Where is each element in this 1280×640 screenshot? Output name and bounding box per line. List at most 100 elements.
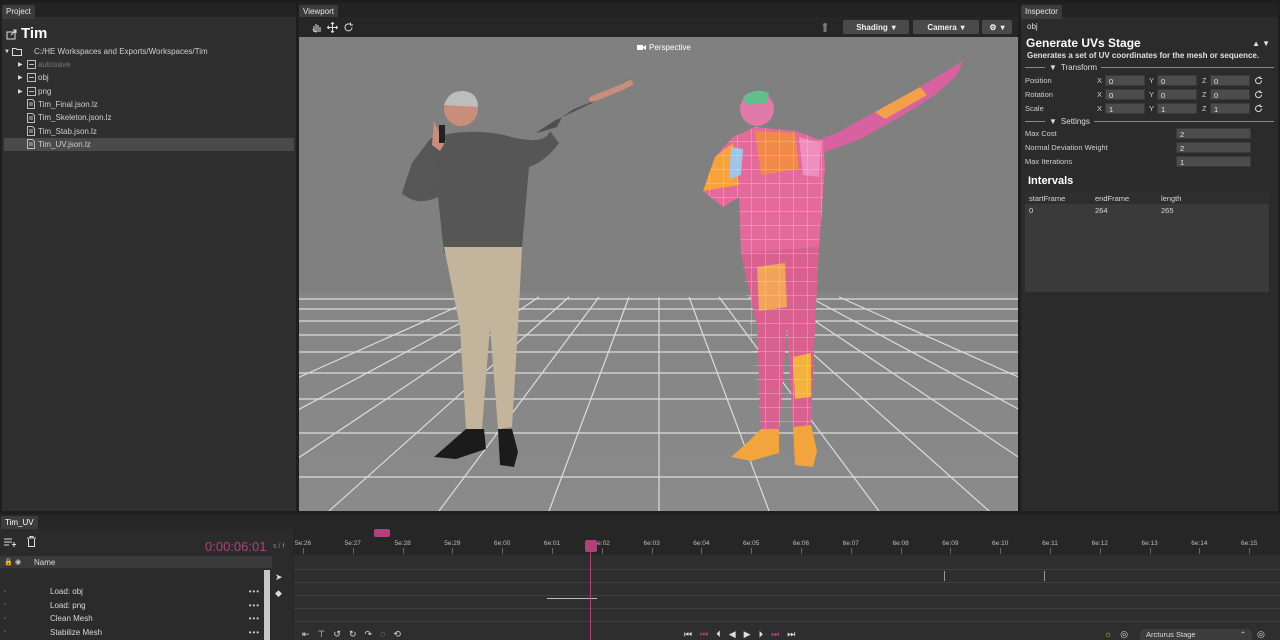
play-icon[interactable]: ▶: [744, 629, 751, 640]
eye-icon[interactable]: ◉: [15, 558, 21, 566]
tree-item[interactable]: ▶ png: [4, 85, 294, 98]
go-to-end-icon[interactable]: ⏭: [787, 629, 795, 640]
caret-down-icon: ▾: [891, 22, 896, 32]
select-arrow-icon[interactable]: ➤: [275, 572, 291, 588]
more-options-icon[interactable]: •••: [249, 614, 260, 623]
ruler-tick-label: 6e:05: [743, 540, 760, 547]
keyframe-mark[interactable]: [944, 571, 945, 581]
axis-x-label: X: [1097, 76, 1103, 85]
move-down-icon[interactable]: ▼: [1262, 39, 1272, 48]
expand-right-icon[interactable]: ▶: [18, 61, 26, 68]
add-stage-icon[interactable]: [4, 537, 16, 547]
target-icon[interactable]: ◎: [1257, 629, 1265, 640]
light-icon[interactable]: [818, 20, 832, 34]
hand-pan-icon[interactable]: [309, 20, 323, 34]
camera-dropdown[interactable]: Camera ▾: [913, 20, 979, 34]
intervals-column-header: length: [1161, 194, 1182, 203]
trash-icon[interactable]: [27, 536, 36, 547]
comment-icon[interactable]: ◌: [380, 629, 385, 639]
tree-item[interactable]: Tim_Final.json.lz: [4, 98, 294, 111]
tree-item[interactable]: Tim_Stab.json.lz: [4, 125, 294, 138]
transform-y-field[interactable]: 0: [1157, 89, 1197, 100]
tree-root[interactable]: ▼ C:/HE Workspaces and Exports/Workspace…: [4, 45, 294, 58]
tab-inspector[interactable]: Inspector: [1021, 5, 1062, 19]
step-forward-icon[interactable]: ⏵: [759, 629, 764, 640]
transform-section-header[interactable]: ▼ Transform: [1025, 62, 1274, 72]
timecode-unit[interactable]: s / f: [273, 543, 284, 550]
step-back-icon[interactable]: ⏴: [716, 629, 721, 640]
tree-item[interactable]: Tim_UV.json.lz: [4, 137, 294, 151]
play-reverse-icon[interactable]: ◀: [729, 629, 736, 640]
move-icon[interactable]: [325, 20, 339, 34]
perspective-label[interactable]: Perspective: [637, 43, 691, 52]
transform-x-field[interactable]: 0: [1105, 75, 1145, 86]
viewport-settings-button[interactable]: ⚙ ▾: [982, 20, 1012, 34]
transform-x-field[interactable]: 0: [1105, 89, 1145, 100]
refresh-icon[interactable]: ⟲: [393, 629, 401, 640]
lock-icon[interactable]: ▫: [4, 602, 6, 608]
lock-icon[interactable]: ▫: [4, 616, 6, 622]
expand-right-icon[interactable]: ▶: [18, 74, 26, 81]
rotate-icon[interactable]: [341, 20, 355, 34]
sun-icon[interactable]: ☼: [1104, 629, 1112, 639]
more-options-icon[interactable]: •••: [249, 587, 260, 596]
expand-down-icon[interactable]: ▼: [4, 49, 12, 55]
setting-value-field[interactable]: 2: [1176, 142, 1251, 153]
next-keyframe-icon[interactable]: ⏭: [771, 629, 779, 640]
tree-item[interactable]: Tim_Skeleton.json.lz: [4, 111, 294, 124]
layer-row[interactable]: ▫ Load: png •••: [0, 599, 272, 612]
tab-project[interactable]: Project: [2, 5, 35, 19]
transform-z-field[interactable]: 0: [1210, 89, 1250, 100]
layer-row[interactable]: ▫ Stabilize Mesh •••: [0, 626, 272, 639]
shading-dropdown[interactable]: Shading ▾: [843, 20, 909, 34]
transform-z-field[interactable]: 1: [1210, 103, 1250, 114]
lock-icon[interactable]: 🔒: [4, 558, 13, 566]
loop-icon[interactable]: ↻: [349, 629, 357, 640]
layer-row[interactable]: ▫ Clean Mesh •••: [0, 612, 272, 625]
timeline-ruler[interactable]: 5e:26 5e:27 5e:28 5e:29 6e:00 6e:01 6e:02 6e:03…: [294, 537, 1280, 555]
setting-value-field[interactable]: 1: [1176, 156, 1251, 167]
go-to-start-icon[interactable]: ⏮: [684, 629, 692, 640]
person-model[interactable]: [394, 57, 634, 477]
timecode-display[interactable]: 0:00:06:01: [205, 539, 266, 554]
transform-z-field[interactable]: 0: [1210, 75, 1250, 86]
ruler-tick-label: 6e:06: [792, 540, 810, 547]
reset-icon[interactable]: [1253, 103, 1263, 113]
transform-x-field[interactable]: 1: [1105, 103, 1145, 114]
ruler-tick-mark: [801, 548, 802, 554]
reset-icon[interactable]: [1253, 89, 1263, 99]
tree-item[interactable]: ▶ obj: [4, 71, 294, 84]
redo-icon[interactable]: ↷: [364, 629, 372, 640]
settings-circle-icon[interactable]: ◎: [1120, 629, 1128, 640]
lock-icon[interactable]: ▫: [4, 629, 6, 635]
stage-select[interactable]: Arcturus Stage ⌃: [1140, 629, 1252, 640]
layer-scrollbar[interactable]: [264, 570, 270, 640]
lock-icon[interactable]: ▫: [4, 589, 6, 595]
previous-keyframe-icon[interactable]: ⏮: [700, 629, 708, 640]
expand-right-icon[interactable]: ▶: [18, 88, 26, 95]
transform-y-field[interactable]: 0: [1157, 75, 1197, 86]
more-options-icon[interactable]: •••: [249, 628, 260, 637]
move-up-icon[interactable]: ▲: [1252, 39, 1262, 48]
uv-mapped-model[interactable]: [695, 57, 965, 477]
folder-icon: [26, 73, 36, 83]
range-marker[interactable]: [374, 529, 390, 537]
layer-header: 🔒 ◉ Name: [0, 556, 272, 568]
fit-width-icon[interactable]: ⇤: [302, 629, 310, 640]
project-share-icon[interactable]: [6, 28, 18, 40]
tree-item[interactable]: ▶ autosave: [4, 58, 294, 71]
more-options-icon[interactable]: •••: [249, 601, 260, 610]
loop-icon[interactable]: ↺: [333, 629, 341, 640]
viewport-canvas[interactable]: Perspective: [299, 37, 1018, 511]
keyframe-tag-icon[interactable]: ◆: [275, 588, 291, 599]
reset-icon[interactable]: [1253, 75, 1263, 85]
setting-value-field[interactable]: 2: [1176, 128, 1251, 139]
settings-section-header[interactable]: ▼ Settings: [1025, 116, 1274, 126]
keyframe-mark[interactable]: [1044, 571, 1045, 581]
layer-row[interactable]: ▫ Load: obj •••: [0, 585, 272, 598]
transform-y-field[interactable]: 1: [1157, 103, 1197, 114]
tab-timeline[interactable]: Tim_UV: [1, 516, 38, 529]
playhead-handle[interactable]: [585, 540, 597, 552]
align-top-icon[interactable]: ⊤: [318, 629, 326, 640]
intervals-table: startFrame endFrame length 0 264 265: [1025, 192, 1269, 292]
